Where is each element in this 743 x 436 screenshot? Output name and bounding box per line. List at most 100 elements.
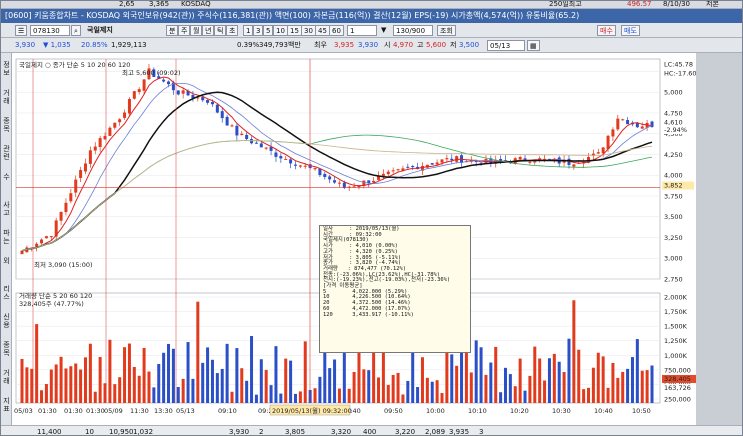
volume-axis-label: 2,000K xyxy=(664,294,688,302)
volume-bar xyxy=(123,347,127,403)
candle-body xyxy=(440,159,444,163)
candle-body xyxy=(391,170,395,172)
low-annotation: 최저 3,090 (15:00) xyxy=(34,260,93,269)
candle-body xyxy=(333,180,337,183)
high-price: 5,600 xyxy=(426,41,447,49)
interval-1[interactable]: 1 xyxy=(243,25,254,36)
best-ask: 3,935 xyxy=(334,41,355,49)
volume-bar xyxy=(562,371,566,403)
candle-body xyxy=(250,139,254,144)
side-tab-label[interactable]: 리스 xyxy=(2,285,11,301)
calendar-icon[interactable]: ▦ xyxy=(527,40,540,51)
candle-body xyxy=(342,182,346,189)
bottom-quote-value: 3 xyxy=(479,428,484,436)
volume-bar xyxy=(108,339,112,403)
volume-bar xyxy=(425,377,429,403)
bottom-quote-value: 11,400 xyxy=(37,428,62,436)
volume-bar xyxy=(186,342,190,403)
candle-body xyxy=(118,119,122,123)
candle-body xyxy=(49,236,53,238)
volume-bar xyxy=(264,369,268,403)
candle-body xyxy=(113,122,117,128)
buy-button[interactable]: 매수 xyxy=(597,25,616,36)
volume-bar xyxy=(337,388,341,403)
volume-bar xyxy=(577,349,581,403)
side-tab-label[interactable]: 사고 xyxy=(2,201,11,217)
volume-bar xyxy=(377,377,381,403)
interval-input[interactable]: 1 xyxy=(347,25,377,36)
interval-3[interactable]: 3 xyxy=(253,25,264,36)
volume-bar xyxy=(362,369,366,403)
candle-body xyxy=(162,79,166,82)
candle-body xyxy=(59,211,63,221)
interval-5[interactable]: 5 xyxy=(263,25,274,36)
candle-body xyxy=(318,168,322,176)
volume-bar xyxy=(279,393,283,403)
side-tab-label[interactable]: 외 xyxy=(2,257,11,265)
side-tab-label[interactable]: 파는 xyxy=(2,229,11,245)
candle-body xyxy=(406,166,410,168)
interval-45[interactable]: 45 xyxy=(315,25,330,36)
price-tag: -2.94% xyxy=(664,126,687,134)
candle-body xyxy=(259,143,263,148)
volume-bar xyxy=(142,347,146,403)
candle-body xyxy=(167,81,171,85)
quote-bar: 3,930 ▼ 1,035 20.85% 1,929,113 0.39% 349… xyxy=(1,38,742,53)
period-second[interactable]: 초 xyxy=(226,25,239,36)
volume-bar xyxy=(352,371,356,403)
side-tab-label[interactable]: 수 xyxy=(2,173,11,181)
volume-bar xyxy=(508,374,512,403)
volume-bar xyxy=(479,347,483,403)
volume-bar xyxy=(171,348,175,403)
interval-30[interactable]: 30 xyxy=(301,25,316,36)
candle-body xyxy=(83,163,87,172)
side-tab-label[interactable]: 신용 xyxy=(2,313,11,329)
stock-code-input[interactable]: 078130 xyxy=(30,25,70,36)
bottom-quote-value: 3,935 xyxy=(449,428,470,436)
volume-bar xyxy=(191,378,195,403)
volume-bar xyxy=(113,384,117,403)
volume-bar xyxy=(333,359,337,403)
current-price: 3,930 xyxy=(15,41,36,49)
lookup-button[interactable]: 조회 xyxy=(437,25,456,36)
volume-bar xyxy=(626,368,630,403)
volume-axis-label: 1,000K xyxy=(664,352,688,360)
volume-bar xyxy=(547,358,551,403)
side-tab-label[interactable]: 관련 xyxy=(2,145,11,161)
side-tab-label[interactable]: 지표 xyxy=(2,397,11,413)
interval-15[interactable]: 15 xyxy=(287,25,302,36)
volume-bar xyxy=(93,391,97,403)
candle-body xyxy=(298,165,302,167)
period-year[interactable]: 년 xyxy=(202,25,215,36)
price-chart[interactable]: 5,2505,0004,7504,5004,2504,0003,7503,500… xyxy=(12,53,697,425)
search-icon[interactable]: ⌕ xyxy=(71,25,81,36)
volume-bar xyxy=(64,368,68,403)
chevron-down-icon[interactable]: ▼ xyxy=(381,25,386,36)
candle-body xyxy=(230,125,234,127)
bottom-quote-value: 10,950 xyxy=(109,428,134,436)
tooltip-line: 120 3,433.917 (-10.11%) xyxy=(323,311,414,318)
volume-bar xyxy=(289,360,293,403)
sell-button[interactable]: 매도 xyxy=(621,25,640,36)
period-month[interactable]: 월 xyxy=(190,25,203,36)
interval-60[interactable]: 60 xyxy=(329,25,344,36)
interval-10[interactable]: 10 xyxy=(273,25,288,36)
side-tab-label[interactable]: 종목 xyxy=(2,117,11,133)
candle-body xyxy=(206,100,210,103)
side-tab-label[interactable]: 정보 xyxy=(2,61,11,77)
period-minute[interactable]: 분 xyxy=(166,25,179,36)
side-tab-label[interactable]: 종목 xyxy=(2,341,11,357)
range-input[interactable]: 130/900 xyxy=(393,25,433,36)
side-tab-label[interactable]: 거래 xyxy=(2,369,11,385)
period-week[interactable]: 주 xyxy=(178,25,191,36)
volume-bar xyxy=(523,390,527,403)
volume-bar xyxy=(240,368,244,403)
chart-type-button[interactable]: ☰ xyxy=(15,25,28,36)
candle-body xyxy=(74,179,78,193)
candle-body xyxy=(528,161,532,163)
volume-bar xyxy=(503,367,507,403)
period-tick[interactable]: 틱 xyxy=(214,25,227,36)
side-tab-label[interactable]: 거래 xyxy=(2,89,11,105)
time-axis-label: 11:30 xyxy=(130,407,149,415)
date-input[interactable]: 05/13 xyxy=(487,40,525,51)
